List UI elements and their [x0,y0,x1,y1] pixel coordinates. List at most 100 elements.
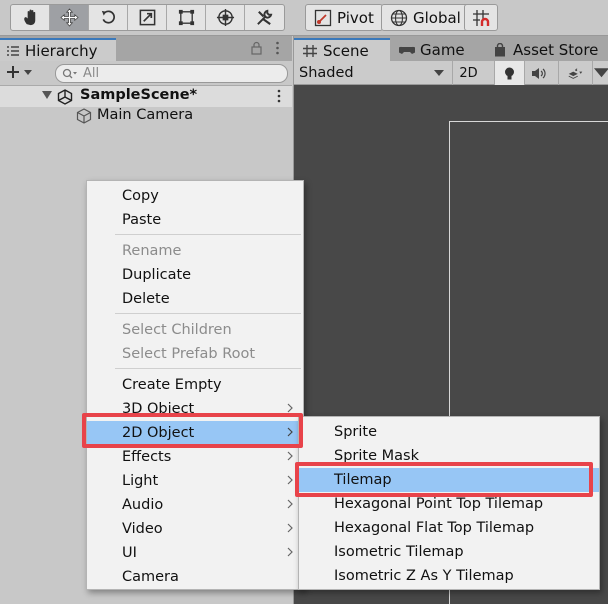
menu-item-3d-object[interactable]: 3D Object [87,397,303,421]
submenu-item-sprite-mask[interactable]: Sprite Mask [299,444,599,468]
submenu-item-tilemap[interactable]: Tilemap [299,468,599,492]
tab-hierarchy[interactable]: Hierarchy [0,38,116,61]
menu-item-label: Delete [122,291,170,307]
menu-item-camera[interactable]: Camera [87,565,303,589]
menu-item-label: Camera [122,569,179,585]
gameobject-cube-icon [76,108,92,124]
add-object-button[interactable] [6,64,34,80]
transform-tool-icon [216,8,234,27]
submenu-item-label: Hexagonal Flat Top Tilemap [334,520,535,536]
move-tool-button[interactable] [50,5,89,30]
scene-row[interactable]: SampleScene* [0,86,292,107]
menu-separator [115,234,301,235]
submenu-item-hexagonal-point-top-tilemap[interactable]: Hexagonal Point Top Tilemap [299,492,599,516]
main-toolbar: Pivot Global [0,0,608,36]
submenu-arrow-icon [287,475,293,485]
expand-arrow-icon[interactable] [42,91,52,100]
menu-item-delete[interactable]: Delete [87,287,303,311]
hierarchy-search-row [0,61,292,86]
custom-tool-button[interactable] [245,5,284,30]
menu-item-label: Effects [122,449,172,465]
2d-object-submenu: Sprite Sprite Mask Tilemap Hexagonal Poi… [298,416,600,590]
menu-item-paste[interactable]: Paste [87,208,303,232]
2d-mode-toggle[interactable]: 2D [452,61,484,85]
tab-scene-label: Scene [323,41,369,60]
menu-item-duplicate[interactable]: Duplicate [87,263,303,287]
menu-item-video[interactable]: Video [87,517,303,541]
menu-item-label: Create Empty [122,377,222,393]
shading-mode-label: Shaded [299,65,354,81]
scale-tool-button[interactable] [128,5,167,30]
rect-tool-button[interactable] [167,5,206,30]
scale-tool-icon [139,9,155,26]
hierarchy-tab-bar: Hierarchy [0,36,292,61]
submenu-item-isometric-tilemap[interactable]: Isometric Tilemap [299,540,599,564]
scene-menu-icon[interactable] [277,89,281,103]
menu-item-create-empty[interactable]: Create Empty [87,373,303,397]
submenu-item-isometric-z-as-y-tilemap[interactable]: Isometric Z As Y Tilemap [299,564,599,588]
pivot-icon [314,9,332,26]
effects-toggle[interactable] [558,61,592,85]
menu-item-2d-object[interactable]: 2D Object [87,421,303,445]
search-input[interactable] [83,66,263,81]
rotate-tool-button[interactable] [89,5,128,30]
hierarchy-search-field[interactable] [55,64,288,83]
2d-mode-label: 2D [459,65,478,81]
menu-item-audio[interactable]: Audio [87,493,303,517]
submenu-item-label: Sprite [334,424,378,440]
pivot-label: Pivot [337,8,374,27]
menu-item-label: Copy [122,188,159,204]
hierarchy-tab-label: Hierarchy [25,41,98,60]
global-toggle[interactable]: Global [381,4,470,31]
hierarchy-context-menu: Copy Paste Rename Duplicate Delete Selec… [86,180,304,590]
rotate-tool-icon [101,10,115,24]
audio-toggle[interactable] [524,61,552,85]
scene-tab-bar: Scene Game Asset Store [294,36,608,61]
gamepad-icon [399,46,415,54]
scene-name: SampleScene* [80,87,198,103]
lighting-toggle[interactable] [494,61,524,85]
menu-item-light[interactable]: Light [87,469,303,493]
tab-game[interactable]: Game [391,38,481,61]
menu-item-ui[interactable]: UI [87,541,303,565]
lightbulb-icon [505,67,514,79]
submenu-item-sprite[interactable]: Sprite [299,420,599,444]
submenu-item-label: Isometric Z As Y Tilemap [334,568,514,584]
scene-options-dropdown[interactable] [592,61,608,85]
grid-snap-toggle[interactable] [464,4,498,31]
hand-tool-button[interactable] [11,5,50,30]
hierarchy-item-main-camera[interactable]: Main Camera [0,107,292,127]
shading-mode-dropdown[interactable]: Shaded [299,63,444,83]
global-label: Global [413,8,461,27]
transform-tool-button[interactable] [206,5,245,30]
menu-item-label: Rename [122,243,182,259]
custom-tool-icon [257,9,273,26]
submenu-arrow-icon [287,499,293,509]
submenu-item-hexagonal-flat-top-tilemap[interactable]: Hexagonal Flat Top Tilemap [299,516,599,540]
list-icon [7,45,19,56]
lock-icon[interactable] [250,41,263,55]
menu-item-label: Audio [122,497,164,513]
effects-layers-icon [568,67,583,79]
submenu-arrow-icon [287,451,293,461]
menu-item-label: Select Children [122,322,232,338]
tab-game-label: Game [420,40,465,59]
tab-asset-store-label: Asset Store [513,40,599,59]
menu-item-label: Select Prefab Root [122,346,256,362]
rect-tool-icon [178,9,194,26]
menu-separator [115,368,301,369]
tab-asset-store[interactable]: Asset Store [484,38,608,61]
submenu-item-label: Hexagonal Point Top Tilemap [334,496,544,512]
menu-item-select-children: Select Children [87,318,303,342]
chevron-down-icon [593,67,608,77]
shopping-bag-icon [495,42,505,56]
chevron-down-icon [434,70,444,76]
menu-item-copy[interactable]: Copy [87,184,303,208]
menu-item-label: UI [122,545,137,561]
menu-item-effects[interactable]: Effects [87,445,303,469]
hand-tool-icon [23,9,35,26]
tab-scene[interactable]: Scene [294,38,390,61]
pivot-toggle[interactable]: Pivot [305,4,383,31]
more-options-icon[interactable] [271,41,284,55]
main-camera-label: Main Camera [97,107,194,123]
